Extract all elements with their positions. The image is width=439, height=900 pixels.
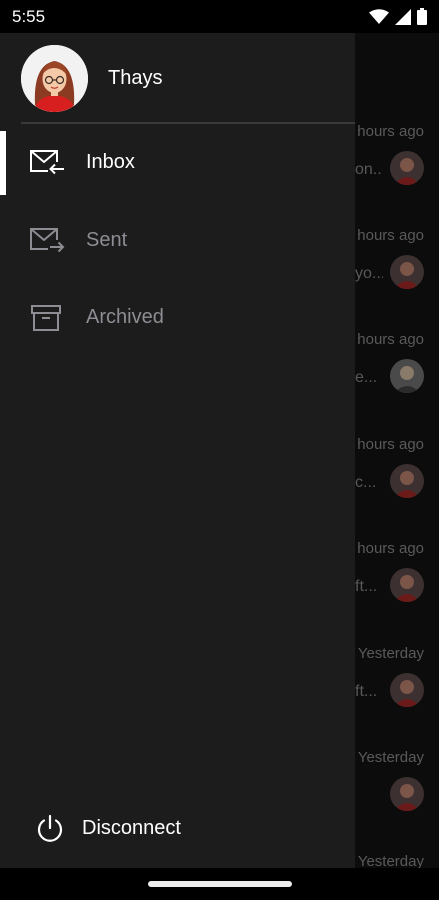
battery-icon [417,8,427,25]
system-nav-bar [0,868,439,900]
signal-icon [395,8,411,25]
list-item-preview: ft... [355,683,378,700]
sent-icon [30,226,66,256]
list-item-time: hours ago [357,123,424,140]
nav-item-label: Sent [86,229,128,251]
status-time: 5:55 [12,7,46,26]
list-item-time: hours ago [357,331,424,348]
status-icons [369,8,427,25]
inbox-icon [30,148,66,178]
list-item-preview: e... [355,369,378,386]
list-item-time: hours ago [357,227,424,244]
user-name: Thays [108,67,163,89]
list-item-time: Yesterday [357,853,424,868]
archive-icon [30,303,66,333]
list-item-preview: on... [355,161,383,178]
list-item-preview: ft... [355,578,378,595]
disconnect-button[interactable]: Disconnect [0,798,355,858]
profile-header[interactable]: Thays [0,33,355,123]
profile-avatar [21,45,88,112]
nav-item-inbox[interactable]: Inbox [0,131,355,195]
nav-item-archived[interactable]: Archived [0,286,355,350]
list-item-preview: yo... [355,265,383,282]
avatar [390,673,424,707]
list-item-time: Yesterday [357,749,424,766]
avatar [390,777,424,811]
navigation-drawer: Thays Inbox Sent Archived Disconnect [0,33,355,868]
status-bar: 5:55 [0,0,439,33]
avatar [390,464,424,498]
list-item-time: Yesterday [357,645,424,662]
divider [21,122,355,124]
home-handle[interactable] [148,881,292,887]
nav-item-sent[interactable]: Sent [0,209,355,273]
list-item-time: hours ago [357,540,424,557]
nav-item-label: Inbox [86,151,135,173]
avatar [390,255,424,289]
disconnect-label: Disconnect [82,817,181,839]
list-item-preview: c... [355,474,377,491]
avatar [390,151,424,185]
power-icon [35,814,65,844]
avatar [390,359,424,393]
nav-item-label: Archived [86,306,164,328]
list-item-time: hours ago [357,436,424,453]
active-indicator [0,131,6,195]
avatar [390,568,424,602]
wifi-icon [369,8,389,25]
